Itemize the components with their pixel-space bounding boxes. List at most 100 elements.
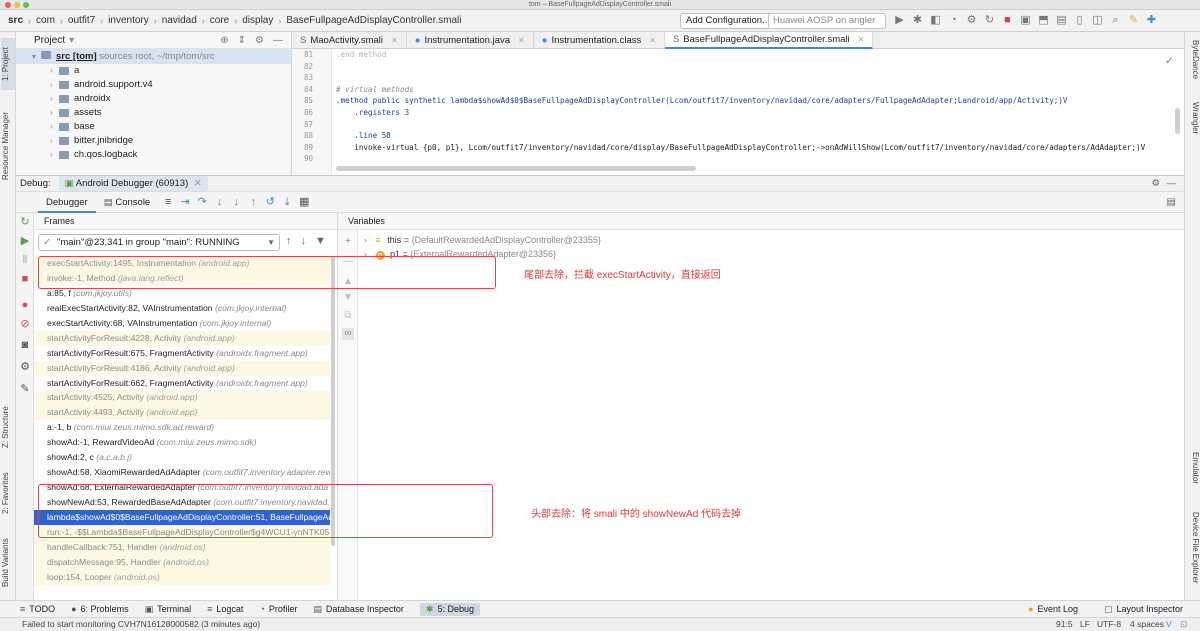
chevron-right-icon[interactable]: › xyxy=(50,92,59,106)
filter-icon[interactable]: ▼ xyxy=(315,235,326,247)
problems-tool-tab[interactable]: ● 6: Problems xyxy=(71,604,128,614)
coverage-icon[interactable]: ◧ xyxy=(929,14,942,27)
frame-item[interactable]: startActivityForResult:675, FragmentActi… xyxy=(34,346,330,361)
plugin-icon[interactable]: ✎ xyxy=(1127,14,1140,27)
editor-tab[interactable]: ● Instrumentation.java ✕ xyxy=(407,32,534,49)
debug-session-tab[interactable]: ▣ Android Debugger (60913) ✕ xyxy=(58,176,208,191)
console-tab[interactable]: ▤ Console xyxy=(96,192,158,213)
stop-icon[interactable]: ■ xyxy=(19,273,31,285)
copy-icon[interactable]: ⧉ xyxy=(342,310,354,322)
frame-item[interactable]: execStartActivity:68, VAInstrumentation … xyxy=(34,316,330,331)
logcat-tool-tab[interactable]: ≡ Logcat xyxy=(207,604,243,614)
phone-icon[interactable]: ▯ xyxy=(1073,14,1086,27)
resource-manager-tool-tab[interactable]: Resource Manager xyxy=(1,96,15,196)
vcs-icon[interactable]: V xyxy=(1166,618,1172,631)
layout-icon[interactable]: ▤ xyxy=(1055,14,1068,27)
settings-icon[interactable]: ⚙ xyxy=(19,361,31,373)
indent-setting[interactable]: 4 spaces xyxy=(1130,618,1164,631)
camera-icon[interactable]: ◙ xyxy=(19,339,31,351)
chevron-down-icon[interactable]: ▼ xyxy=(267,235,275,250)
chevron-right-icon[interactable]: › xyxy=(50,148,59,162)
status-message[interactable]: Failed to start monitoring CVH7N16128000… xyxy=(22,618,260,631)
editor-tab[interactable]: S MaoActivity.smali ✕ xyxy=(292,32,407,49)
device-file-explorer-tool-tab[interactable]: Device File Explorer xyxy=(1186,512,1200,598)
drop-frame-icon[interactable]: ↺ xyxy=(263,195,277,209)
view-breakpoints-icon[interactable]: ● xyxy=(19,299,31,311)
apply-changes-icon[interactable]: ↻ xyxy=(983,14,996,27)
file-encoding[interactable]: UTF-8 xyxy=(1097,618,1121,631)
run-icon[interactable]: ▶ xyxy=(893,14,906,27)
step-out-icon[interactable]: ↑ xyxy=(246,195,260,209)
menu-icon[interactable]: ≡ xyxy=(161,195,175,209)
tree-item[interactable]: › a xyxy=(16,64,291,78)
chevron-right-icon[interactable]: › xyxy=(50,120,59,134)
horizontal-scrollbar[interactable] xyxy=(336,166,696,171)
hide-icon[interactable]: — xyxy=(1167,178,1177,189)
wrangler-tool-tab[interactable]: Wrangler xyxy=(1186,102,1200,150)
extension-icon[interactable]: ✚ xyxy=(1145,14,1158,27)
chevron-right-icon[interactable]: › xyxy=(50,106,59,120)
close-icon[interactable]: ✕ xyxy=(649,32,656,49)
structure-tool-tab[interactable]: Z: Structure xyxy=(1,398,15,456)
frame-item[interactable]: startActivityForResult:4228, Activity (a… xyxy=(34,330,330,346)
resume-icon[interactable]: ▶ xyxy=(19,235,31,247)
lock-icon[interactable]: ⊡ xyxy=(1180,618,1187,631)
inspection-ok-icon[interactable]: ✓ xyxy=(1165,54,1174,67)
editor-tab[interactable]: ● Instrumentation.class ✕ xyxy=(534,32,665,49)
mute-breakpoints-icon[interactable]: ⊘ xyxy=(19,318,31,330)
run-to-cursor-icon[interactable]: ⤓ xyxy=(280,195,294,209)
todo-tool-tab[interactable]: ≡ TODO xyxy=(20,604,55,614)
arrow-down-icon[interactable]: ↓ xyxy=(301,235,307,247)
add-configuration-button[interactable]: Add Configuration... xyxy=(680,13,776,29)
caret-position[interactable]: 91:5 xyxy=(1056,618,1073,631)
terminal-tool-tab[interactable]: ▣ Terminal xyxy=(145,604,192,615)
event-log-tool-tab[interactable]: ● Event Log xyxy=(1028,604,1078,614)
evaluate-expression-icon[interactable]: ▦ xyxy=(297,195,311,209)
breadcrumb-item[interactable]: com xyxy=(36,15,55,26)
breadcrumb-item[interactable]: navidad xyxy=(162,15,197,26)
line-separator[interactable]: LF xyxy=(1080,618,1090,631)
close-icon[interactable]: ✕ xyxy=(194,178,202,189)
breadcrumb-item[interactable]: src xyxy=(8,15,23,26)
variable-row[interactable]: › ≡ this = {DefaultRewardedAdDisplayCont… xyxy=(364,235,601,245)
thread-selector[interactable]: ✓ "main"@23,341 in group "main": RUNNING… xyxy=(38,234,280,251)
chevron-right-icon[interactable]: › xyxy=(50,78,59,92)
chevron-down-icon[interactable]: ▾ xyxy=(32,49,41,64)
sdk-manager-icon[interactable]: ⬒ xyxy=(1037,14,1050,27)
force-step-into-icon[interactable]: ↓ xyxy=(229,195,243,209)
frame-item[interactable]: showAd:58, XiaomiRewardedAdAdapter (com.… xyxy=(34,465,330,480)
arrow-down-icon[interactable]: ▼ xyxy=(342,292,354,304)
frame-item[interactable]: dispatchMessage:95, Handler (android.os) xyxy=(34,554,330,570)
profile-icon[interactable]: ◔ xyxy=(947,14,960,27)
gear-icon[interactable]: ⚙ xyxy=(255,35,264,46)
project-tool-tab[interactable]: 1: Project xyxy=(1,38,15,90)
tree-item[interactable]: › bitter.jnibridge xyxy=(16,134,291,148)
emulator-tool-tab[interactable]: Emulator xyxy=(1186,452,1200,502)
chevron-right-icon[interactable]: › xyxy=(50,64,59,78)
arrow-up-icon[interactable]: ↑ xyxy=(286,235,292,247)
layout-settings-icon[interactable]: ▤ xyxy=(1167,197,1176,208)
hide-icon[interactable]: — xyxy=(273,35,283,46)
device-manager-icon[interactable]: ▣ xyxy=(1019,14,1032,27)
minimize-window-button[interactable] xyxy=(14,2,20,8)
project-view-selector[interactable]: Project xyxy=(34,35,65,46)
tree-item[interactable]: › assets xyxy=(16,106,291,120)
frame-item[interactable]: startActivity:4525, Activity (android.ap… xyxy=(34,390,330,406)
database-inspector-tool-tab[interactable]: ▤ Database Inspector xyxy=(313,604,404,615)
pause-icon[interactable]: Ⅱ xyxy=(19,254,31,266)
attach-debugger-icon[interactable]: ⚙ xyxy=(965,14,978,27)
window-icon[interactable]: ◫ xyxy=(1091,14,1104,27)
layout-inspector-tool-tab[interactable]: ▢ Layout Inspector xyxy=(1104,604,1183,615)
search-icon[interactable]: ⌕ xyxy=(1109,14,1122,27)
frame-item[interactable]: showAd:2, c (a.c.a.b.j) xyxy=(34,450,330,465)
breadcrumb-item[interactable]: core xyxy=(210,15,229,26)
code-area[interactable]: .end method # virtual methods .method pu… xyxy=(336,49,1166,175)
frame-item[interactable]: startActivityForResult:662, FragmentActi… xyxy=(34,376,330,391)
chevron-right-icon[interactable]: › xyxy=(50,134,59,148)
favorites-tool-tab[interactable]: 2: Favorites xyxy=(1,464,15,522)
rerun-icon[interactable]: ↻ xyxy=(19,216,31,228)
breadcrumb-item[interactable]: inventory xyxy=(108,15,149,26)
bytedance-tool-tab[interactable]: ByteDance xyxy=(1186,40,1200,88)
close-window-button[interactable] xyxy=(5,2,11,8)
close-icon[interactable]: ✕ xyxy=(858,31,865,48)
